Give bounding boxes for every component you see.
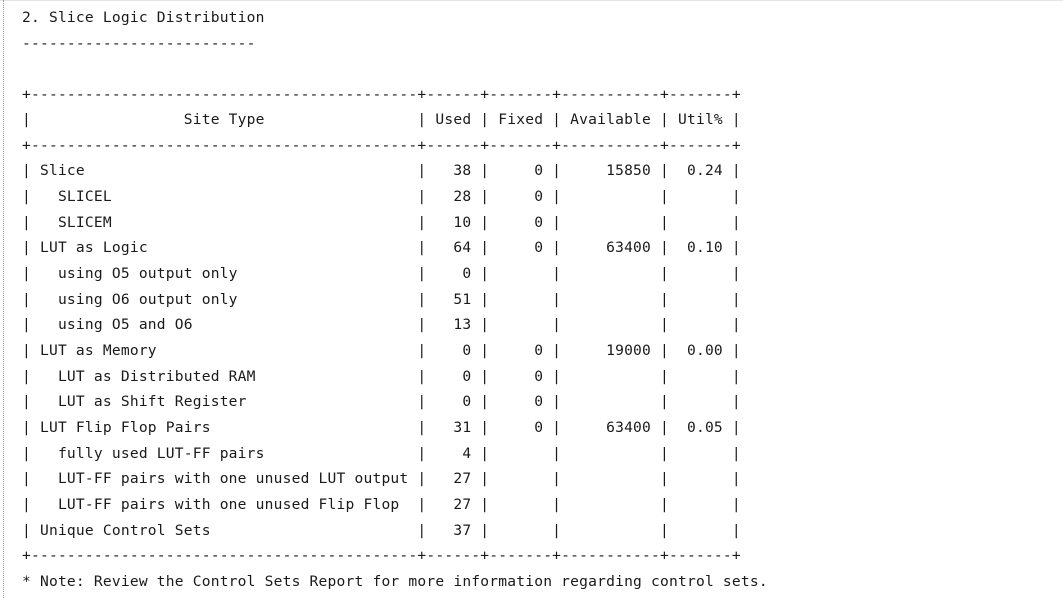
table-row: | LUT-FF pairs with one unused LUT outpu…: [22, 470, 741, 487]
table-row: | LUT Flip Flop Pairs | 31 | 0 | 63400 |…: [22, 419, 741, 436]
table-header-border: +---------------------------------------…: [22, 137, 741, 154]
control-sets-note: * Note: Review the Control Sets Report f…: [22, 573, 768, 590]
table-bottom-border: +---------------------------------------…: [22, 547, 741, 564]
table-row: | LUT as Logic | 64 | 0 | 63400 | 0.10 |: [22, 239, 741, 256]
table-row: | SLICEL | 28 | 0 | | |: [22, 188, 741, 205]
table-row: | using O5 and O6 | 13 | | | |: [22, 316, 741, 333]
top-border: [0, 0, 1063, 1]
section-title: 2. Slice Logic Distribution: [22, 9, 265, 26]
table-row: | LUT as Distributed RAM | 0 | 0 | | |: [22, 368, 741, 385]
table-row: | Unique Control Sets | 37 | | | |: [22, 522, 741, 539]
section-underline: --------------------------: [22, 35, 256, 52]
editor-gutter-line: [3, 0, 4, 598]
table-header-row: | Site Type | Used | Fixed | Available |…: [22, 111, 741, 128]
table-row: | using O5 output only | 0 | | | |: [22, 265, 741, 282]
table-top-border: +---------------------------------------…: [22, 86, 741, 103]
table-row: | SLICEM | 10 | 0 | | |: [22, 214, 741, 231]
table-row: | using O6 output only | 51 | | | |: [22, 291, 741, 308]
table-row: | fully used LUT-FF pairs | 4 | | | |: [22, 445, 741, 462]
table-row: | LUT as Memory | 0 | 0 | 19000 | 0.00 |: [22, 342, 741, 359]
table-row: | LUT-FF pairs with one unused Flip Flop…: [22, 496, 741, 513]
table-row: | Slice | 38 | 0 | 15850 | 0.24 |: [22, 162, 741, 179]
table-row: | LUT as Shift Register | 0 | 0 | | |: [22, 393, 741, 410]
